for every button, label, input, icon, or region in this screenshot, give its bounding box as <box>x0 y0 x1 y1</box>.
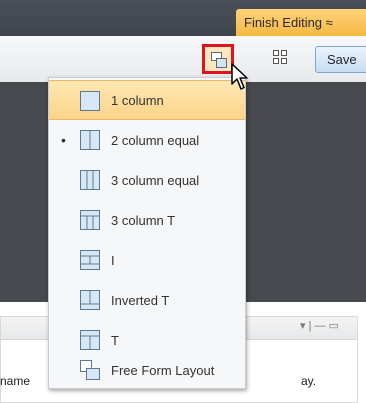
menu-item-label: Free Form Layout <box>111 362 215 378</box>
menu-item-label: Inverted T <box>111 292 170 308</box>
current-layout-bullet: • <box>61 132 66 148</box>
menu-item-label: 1 column <box>111 92 164 108</box>
layout-1-column-icon <box>80 91 100 111</box>
menu-item-inverted-t[interactable]: Inverted T <box>49 280 245 320</box>
layout-inverted-t-icon <box>80 290 100 310</box>
page-toolbar <box>0 36 366 83</box>
menu-item-label: I <box>111 252 115 268</box>
menu-item-label: T <box>111 332 119 348</box>
menu-item-3-column-t[interactable]: 3 column T <box>49 200 245 240</box>
mouse-cursor-icon <box>231 63 248 90</box>
layout-i-icon <box>80 250 100 270</box>
grid-layout-button[interactable] <box>273 50 287 69</box>
panel-text-right: ay. <box>301 374 317 388</box>
menu-item-free-form-layout[interactable]: Free Form Layout <box>49 350 245 390</box>
menu-item-label: 3 column T <box>111 212 176 228</box>
layout-icon <box>211 52 227 68</box>
panel-text-left: name <box>0 374 31 388</box>
layout-t-icon <box>80 330 100 350</box>
grid-icon <box>273 50 287 64</box>
menu-item-1-column[interactable]: 1 column <box>49 80 245 120</box>
menu-item-3-column-equal[interactable]: 3 column equal <box>49 160 245 200</box>
menu-item-label: 3 column equal <box>111 172 200 188</box>
layout-2-column-equal-icon <box>80 130 100 150</box>
menu-item-i[interactable]: I <box>49 240 245 280</box>
panel-tools[interactable]: ▾ | — ▭ <box>300 319 339 332</box>
layout-3-column-t-icon <box>80 210 100 230</box>
save-button[interactable]: Save <box>315 46 366 73</box>
layout-menu: 1 column • 2 column equal 3 column equal… <box>48 77 246 389</box>
layout-3-column-equal-icon <box>80 170 100 190</box>
layout-free-form-icon <box>80 360 100 380</box>
top-bar: Finish Editing ≈ <box>0 0 366 36</box>
finish-editing-button[interactable]: Finish Editing ≈ <box>236 9 366 36</box>
menu-item-2-column-equal[interactable]: • 2 column equal <box>49 120 245 160</box>
menu-item-label: 2 column equal <box>111 132 200 148</box>
